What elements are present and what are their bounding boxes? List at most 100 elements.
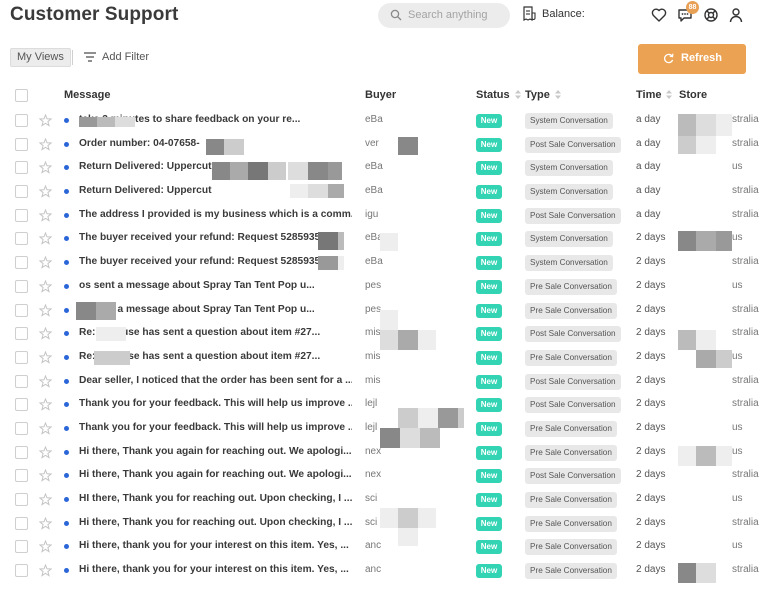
star-icon[interactable] bbox=[39, 303, 52, 317]
row-checkbox[interactable] bbox=[15, 540, 28, 554]
table-row[interactable]: Thank you for your feedback. This will h… bbox=[0, 393, 768, 417]
row-checkbox[interactable] bbox=[15, 303, 28, 317]
time-value: 2 days bbox=[636, 445, 666, 457]
row-checkbox[interactable] bbox=[15, 256, 28, 270]
column-message[interactable]: Message bbox=[64, 89, 110, 101]
row-checkbox[interactable] bbox=[15, 114, 28, 127]
star-icon[interactable] bbox=[39, 114, 52, 127]
store-name: us bbox=[732, 445, 743, 457]
column-store[interactable]: Store bbox=[679, 89, 707, 101]
star-icon[interactable] bbox=[39, 185, 52, 198]
row-checkbox[interactable] bbox=[15, 208, 28, 222]
type-badge: Pre Sale Conversation bbox=[525, 444, 617, 461]
row-checkbox[interactable] bbox=[15, 279, 28, 293]
status-badge: New bbox=[476, 256, 502, 271]
add-filter-label: Add Filter bbox=[102, 51, 150, 63]
time-value: 2 days bbox=[636, 303, 666, 315]
star-icon[interactable] bbox=[39, 445, 52, 459]
redaction-block bbox=[696, 136, 716, 154]
star-icon[interactable] bbox=[39, 516, 52, 530]
table-row[interactable]: os sent a message about Spray Tan Tent P… bbox=[0, 275, 768, 299]
support-icon[interactable] bbox=[703, 7, 719, 23]
message-preview[interactable]: Hi there, thank you for your interest on… bbox=[79, 540, 352, 551]
message-preview[interactable]: Hi there, Thank you for reaching out. Up… bbox=[79, 517, 352, 528]
star-icon[interactable] bbox=[39, 398, 52, 411]
unread-dot bbox=[64, 425, 69, 431]
row-checkbox[interactable] bbox=[15, 161, 28, 175]
message-preview[interactable]: Dear seller, I noticed that the order ha… bbox=[79, 375, 352, 386]
star-icon[interactable] bbox=[39, 493, 52, 506]
message-preview[interactable]: Hi there, Thank you again for reaching o… bbox=[79, 446, 352, 457]
table-row[interactable]: Dear seller, I noticed that the order ha… bbox=[0, 370, 768, 394]
redaction-block bbox=[696, 114, 716, 136]
row-checkbox[interactable] bbox=[15, 421, 28, 435]
buyer-name: lejl bbox=[365, 398, 378, 410]
unread-dot bbox=[64, 354, 69, 360]
message-preview[interactable]: Hi there, Thank you again for reaching o… bbox=[79, 469, 352, 480]
star-icon[interactable] bbox=[39, 374, 52, 388]
message-preview[interactable]: The buyer received your refund: Request … bbox=[79, 232, 352, 243]
message-preview[interactable]: The buyer received your refund: Request … bbox=[79, 256, 352, 267]
row-checkbox[interactable] bbox=[15, 185, 28, 199]
unread-dot bbox=[64, 331, 69, 337]
table-row[interactable]: Order number: 04-07658- ver New Post Sale C… bbox=[0, 133, 768, 157]
search-input[interactable]: Search anything bbox=[378, 3, 510, 28]
star-icon[interactable] bbox=[39, 327, 52, 340]
star-icon[interactable] bbox=[39, 232, 52, 246]
star-icon[interactable] bbox=[39, 137, 52, 151]
column-type[interactable]: Type bbox=[525, 89, 561, 101]
row-checkbox[interactable] bbox=[15, 469, 28, 483]
table-row[interactable]: Hi there, thank you for your interest on… bbox=[0, 535, 768, 559]
column-status[interactable]: Status bbox=[476, 89, 521, 101]
sort-icon[interactable] bbox=[554, 89, 561, 99]
user-icon[interactable] bbox=[728, 7, 744, 23]
star-icon[interactable] bbox=[39, 350, 52, 364]
table-row[interactable]: Return Delivered: Uppercut eBa New System C… bbox=[0, 180, 768, 204]
row-checkbox[interactable] bbox=[15, 137, 28, 151]
search-icon bbox=[390, 9, 402, 21]
star-icon[interactable] bbox=[39, 208, 52, 222]
star-icon[interactable] bbox=[39, 279, 52, 293]
time-value: 2 days bbox=[636, 279, 666, 291]
status-badge: New bbox=[476, 161, 502, 176]
message-preview[interactable]: Thank you for your feedback. This will h… bbox=[79, 398, 352, 409]
star-icon[interactable] bbox=[39, 469, 52, 483]
heart-icon[interactable] bbox=[651, 7, 667, 23]
table-row[interactable]: Hi there, Thank you again for reaching o… bbox=[0, 464, 768, 488]
redaction-block bbox=[76, 302, 96, 320]
sort-icon[interactable] bbox=[666, 89, 673, 99]
star-icon[interactable] bbox=[39, 161, 52, 175]
message-preview[interactable]: os sent a message about Spray Tan Tent P… bbox=[79, 280, 352, 291]
table-row[interactable]: The address I provided is my business wh… bbox=[0, 204, 768, 228]
star-icon[interactable] bbox=[39, 421, 52, 435]
row-checkbox[interactable] bbox=[15, 564, 28, 578]
refresh-button[interactable]: Refresh bbox=[638, 44, 746, 74]
row-checkbox[interactable] bbox=[15, 445, 28, 459]
table-row[interactable]: Hi there, thank you for your interest on… bbox=[0, 559, 768, 583]
select-all-checkbox[interactable] bbox=[15, 89, 28, 102]
row-checkbox[interactable] bbox=[15, 374, 28, 388]
message-preview[interactable]: Thank you for your feedback. This will h… bbox=[79, 422, 352, 433]
message-preview[interactable]: HI there, Thank you for reaching out. Up… bbox=[79, 493, 352, 504]
column-type-label: Type bbox=[525, 89, 550, 101]
table-row[interactable]: Return Delivered: Uppercut eBa New System C… bbox=[0, 156, 768, 180]
type-badge: Pre Sale Conversation bbox=[525, 515, 617, 532]
message-preview[interactable]: Hi there, thank you for your interest on… bbox=[79, 564, 352, 575]
column-buyer[interactable]: Buyer bbox=[365, 89, 396, 101]
my-views-button[interactable]: My Views bbox=[10, 48, 71, 67]
table-row[interactable]: The buyer received your refund: Request … bbox=[0, 251, 768, 275]
sort-icon[interactable] bbox=[514, 89, 521, 99]
message-preview[interactable]: The address I provided is my business wh… bbox=[79, 209, 352, 220]
row-checkbox[interactable] bbox=[15, 516, 28, 530]
row-checkbox[interactable] bbox=[15, 327, 28, 341]
redaction-block bbox=[318, 256, 338, 270]
star-icon[interactable] bbox=[39, 540, 52, 554]
row-checkbox[interactable] bbox=[15, 350, 28, 364]
star-icon[interactable] bbox=[39, 256, 52, 269]
row-checkbox[interactable] bbox=[15, 398, 28, 412]
message-preview[interactable]: os sent a message about Spray Tan Tent P… bbox=[79, 304, 352, 315]
row-checkbox[interactable] bbox=[15, 232, 28, 246]
star-icon[interactable] bbox=[39, 564, 52, 577]
column-time[interactable]: Time bbox=[636, 89, 673, 101]
row-checkbox[interactable] bbox=[15, 493, 28, 506]
